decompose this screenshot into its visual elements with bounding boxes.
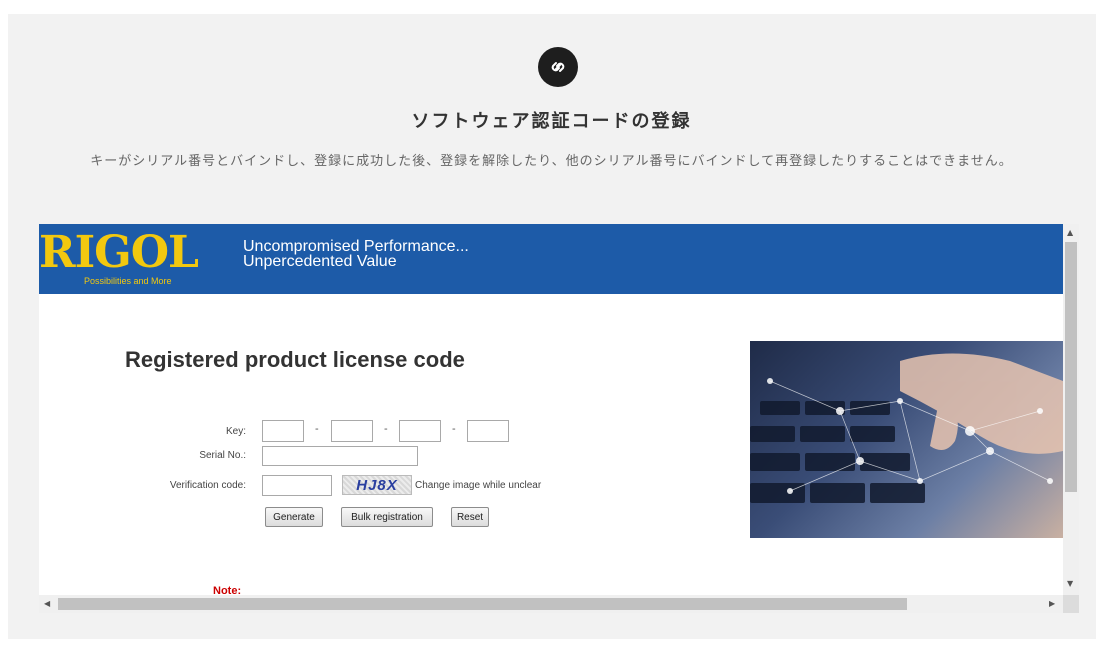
tagline-line-2: Unpercedented Value xyxy=(243,253,397,270)
key-label: Key: xyxy=(225,426,246,437)
verification-code-input[interactable] xyxy=(262,475,332,496)
bulk-registration-button[interactable]: Bulk registration xyxy=(341,507,433,527)
reset-button[interactable]: Reset xyxy=(451,507,489,527)
scrollbar-corner xyxy=(1063,595,1079,613)
horizontal-scrollbar[interactable]: ◀ ▶ xyxy=(39,595,1063,613)
captcha-image[interactable]: HJ8X xyxy=(342,475,412,495)
tagline-line-1: Uncompromised Performance... xyxy=(243,238,469,255)
key-field-3[interactable] xyxy=(399,420,441,442)
link-icon xyxy=(538,47,578,87)
embedded-frame: RIGOL Possibilities and More Uncompromis… xyxy=(39,224,1079,613)
key-separator-1: - xyxy=(315,423,319,435)
page-title: ソフトウェア認証コードの登録 xyxy=(411,111,692,132)
vertical-scroll-thumb[interactable] xyxy=(1065,242,1077,492)
generate-button[interactable]: Generate xyxy=(265,507,323,527)
verification-label: Verification code: xyxy=(169,480,246,491)
form-title: Registered product license code xyxy=(125,347,465,372)
key-separator-3: - xyxy=(452,423,456,435)
form-content: Registered product license code Key: - -… xyxy=(39,294,1063,597)
serial-number-input[interactable] xyxy=(262,446,418,466)
vertical-scrollbar[interactable]: ▲ ▼ xyxy=(1063,224,1079,595)
horizontal-scroll-thumb[interactable] xyxy=(58,598,907,610)
key-field-2[interactable] xyxy=(331,420,373,442)
page-description: キーがシリアル番号とバインドし、登録に成功した後、登録を解除したり、他のシリアル… xyxy=(90,154,1013,169)
scroll-left-arrow-icon[interactable]: ◀ xyxy=(44,600,50,608)
scroll-right-arrow-icon[interactable]: ▶ xyxy=(1049,600,1055,608)
scroll-up-arrow-icon[interactable]: ▲ xyxy=(1067,229,1073,237)
logo-subtext: Possibilities and More xyxy=(84,276,172,286)
serial-label: Serial No.: xyxy=(199,450,246,461)
key-field-1[interactable] xyxy=(262,420,304,442)
rigol-logo: RIGOL xyxy=(39,227,199,278)
tagline: Uncompromised Performance... Unpercedent… xyxy=(243,238,469,270)
change-image-link[interactable]: Change image while unclear xyxy=(415,480,541,491)
key-separator-2: - xyxy=(384,423,388,435)
scroll-down-arrow-icon[interactable]: ▼ xyxy=(1067,580,1073,588)
keyboard-network-image xyxy=(750,341,1063,538)
rigol-banner: RIGOL Possibilities and More Uncompromis… xyxy=(39,224,1063,294)
key-field-4[interactable] xyxy=(467,420,509,442)
